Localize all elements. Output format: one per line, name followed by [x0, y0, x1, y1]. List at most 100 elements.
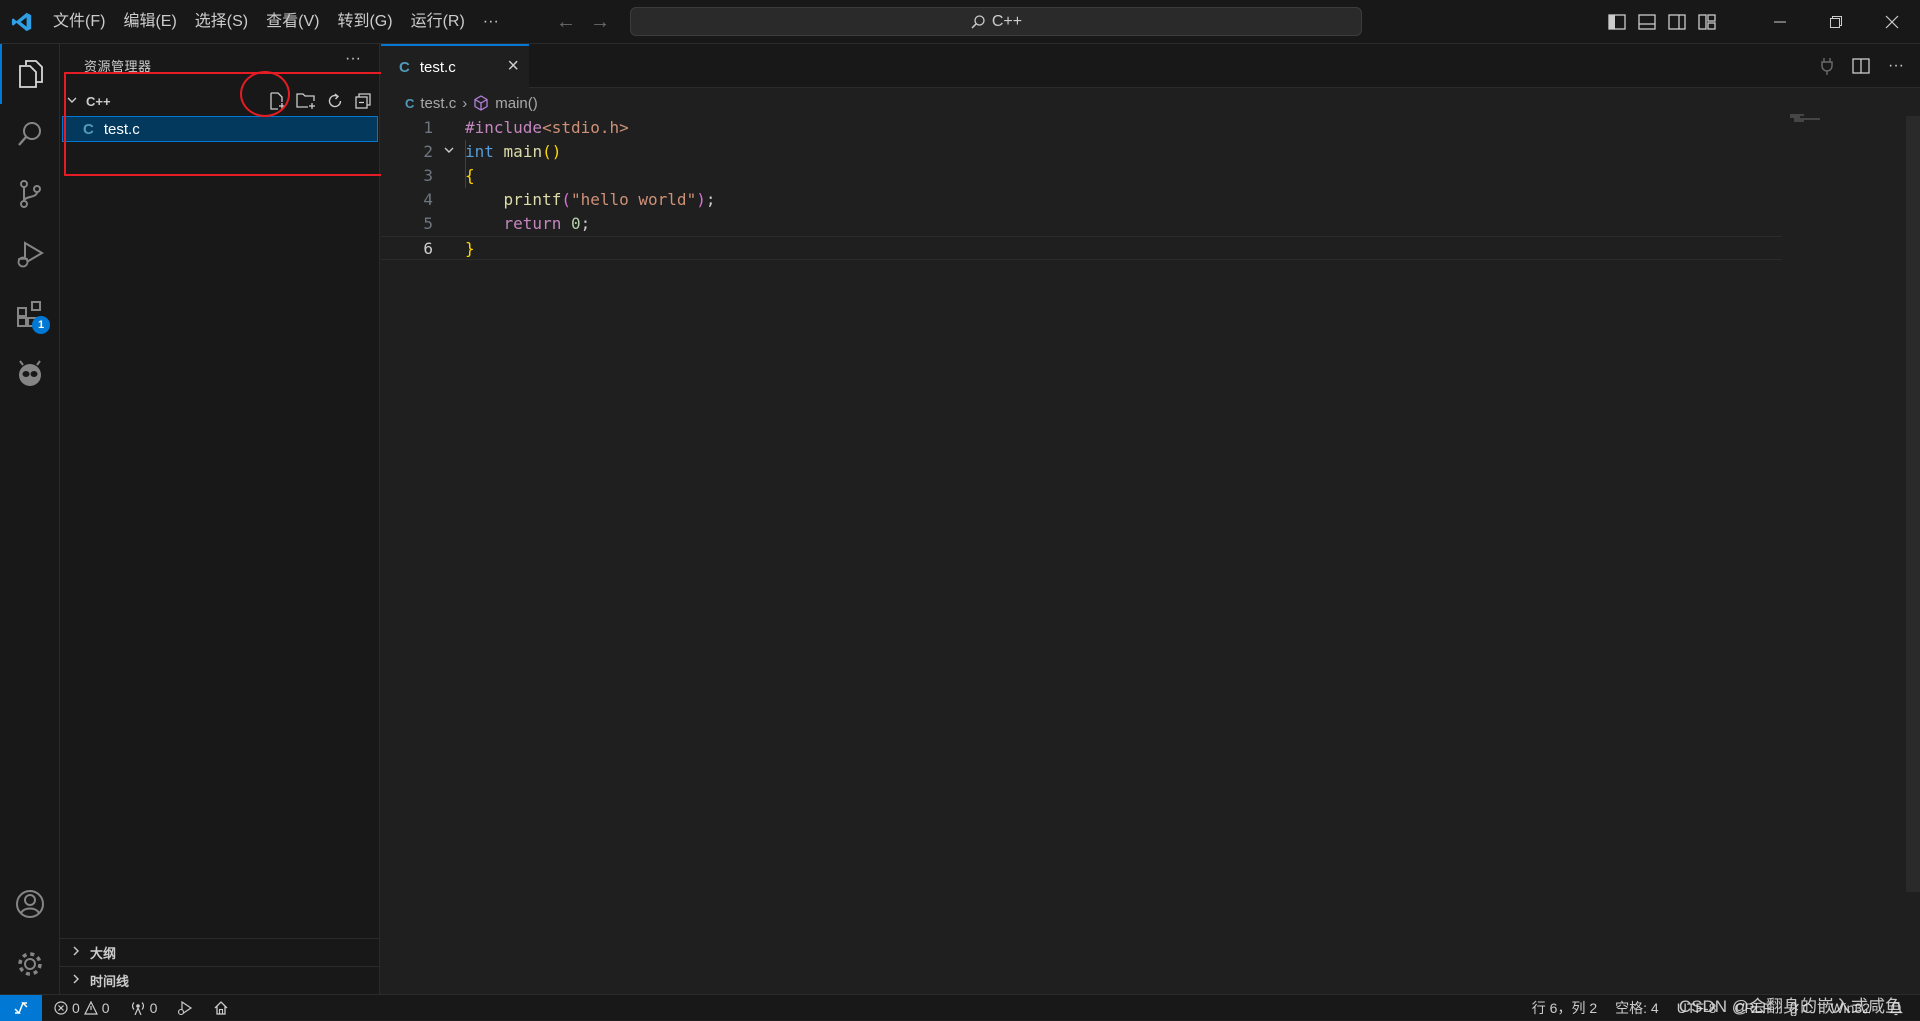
- line-number: 1: [423, 118, 433, 137]
- c-file-icon: C: [405, 95, 415, 111]
- line-number: 3: [423, 166, 433, 185]
- minimap[interactable]: [1790, 114, 1820, 124]
- warning-count: 0: [101, 999, 110, 1016]
- restore-icon: [1830, 16, 1842, 28]
- editor-area: C test.c × ··· C test.c › main() 1 #incl…: [381, 44, 1920, 994]
- run-debug-activity[interactable]: [0, 224, 60, 284]
- menu-file[interactable]: 文件(F): [44, 0, 114, 44]
- outline-section-header[interactable]: 大纲: [60, 938, 380, 966]
- tab-label: test.c: [419, 58, 456, 76]
- forward-arrow-icon[interactable]: →: [590, 11, 610, 34]
- code-text: }: [465, 239, 475, 258]
- code-text: return 0;: [503, 214, 591, 233]
- source-control-activity[interactable]: [0, 164, 60, 224]
- accounts-activity[interactable]: [0, 874, 60, 934]
- ports-count: 0: [149, 999, 158, 1016]
- breadcrumb-symbol[interactable]: main(): [495, 95, 538, 112]
- toggle-panel-icon[interactable]: [1638, 14, 1656, 30]
- code-text: {: [465, 166, 475, 185]
- debug-status[interactable]: [177, 1000, 193, 1016]
- breadcrumb: C test.c › main(): [405, 92, 538, 114]
- customize-layout-icon[interactable]: [1698, 14, 1716, 30]
- command-center-search[interactable]: C++: [630, 7, 1362, 36]
- tab-test-c[interactable]: C test.c ×: [381, 44, 529, 88]
- warning-icon: [83, 1000, 98, 1015]
- timeline-label: 时间线: [90, 974, 130, 989]
- menu-run[interactable]: 运行(R): [402, 0, 474, 44]
- code-text: #include<stdio.h>: [465, 118, 629, 137]
- annotation-circle: [240, 71, 290, 117]
- restore-button[interactable]: [1808, 0, 1864, 44]
- close-window-button[interactable]: [1864, 0, 1920, 44]
- menu-edit[interactable]: 编辑(E): [114, 0, 185, 44]
- search-activity[interactable]: [0, 104, 60, 164]
- home-status[interactable]: [213, 1000, 229, 1016]
- back-arrow-icon[interactable]: ←: [556, 11, 576, 34]
- toggle-primary-sidebar-icon[interactable]: [1608, 14, 1626, 30]
- code-editor[interactable]: 1 #include<stdio.h> 2 int main() 3 { 4 p…: [381, 116, 1782, 260]
- menu-go[interactable]: 转到(G): [328, 0, 401, 44]
- plug-icon[interactable]: [1820, 57, 1834, 75]
- code-line: 5 return 0;: [381, 212, 1781, 236]
- fold-chevron-icon[interactable]: [443, 140, 455, 164]
- extensions-activity[interactable]: 1: [0, 284, 60, 344]
- cursor-position[interactable]: 行 6，列 2: [1532, 998, 1597, 1018]
- title-bar: 文件(F) 编辑(E) 选择(S) 查看(V) 转到(G) 运行(R) ··· …: [0, 0, 1920, 44]
- menu-view[interactable]: 查看(V): [257, 0, 328, 44]
- code-line: 2 int main(): [381, 140, 1781, 164]
- source-control-icon: [20, 180, 41, 208]
- watermark: CSDN @会翻身的嵌入式咸鱼: [1678, 997, 1902, 1016]
- chevron-right-icon: [70, 973, 84, 988]
- extensions-badge: 1: [32, 316, 50, 334]
- line-number: 6: [423, 239, 433, 258]
- gear-icon: [18, 952, 42, 976]
- search-icon: [971, 14, 985, 29]
- error-count: 0: [72, 999, 80, 1016]
- code-line: 3 {: [381, 164, 1781, 188]
- tab-bar: C test.c × ···: [381, 44, 1920, 88]
- account-icon: [16, 890, 44, 918]
- breadcrumb-file[interactable]: test.c: [420, 95, 456, 112]
- problems-indicator[interactable]: 0 0: [54, 1000, 110, 1016]
- run-debug-icon: [178, 1000, 193, 1015]
- code-line: 1 #include<stdio.h>: [381, 116, 1781, 140]
- indentation[interactable]: 空格: 4: [1615, 998, 1659, 1018]
- search-icon: [18, 122, 41, 146]
- split-editor-icon[interactable]: [1852, 58, 1870, 74]
- menu-more[interactable]: ···: [474, 0, 508, 44]
- explorer-activity[interactable]: [0, 44, 60, 104]
- annotation-rectangle: [64, 72, 412, 176]
- home-icon: [214, 1000, 228, 1015]
- cube-symbol-icon: [474, 95, 488, 111]
- close-icon: [1885, 15, 1899, 29]
- code-text: int main(): [465, 142, 562, 161]
- activity-bar: 1: [0, 44, 60, 994]
- broadcast-icon: [131, 1001, 144, 1015]
- timeline-section-header[interactable]: 时间线: [60, 966, 380, 994]
- explorer-sidebar: 资源管理器 ··· C++ C test.c 大纲 时间线: [60, 44, 412, 994]
- ports-indicator[interactable]: 0: [130, 999, 158, 1016]
- toggle-secondary-sidebar-icon[interactable]: [1668, 14, 1686, 30]
- minimize-icon: [1774, 21, 1786, 23]
- line-number: 4: [423, 190, 433, 209]
- editor-more-button[interactable]: ···: [1888, 57, 1904, 75]
- line-number: 2: [423, 142, 433, 161]
- copilot-activity[interactable]: [0, 344, 60, 404]
- chevron-right-icon: [70, 945, 84, 960]
- line-number: 5: [423, 214, 433, 233]
- explorer-more-button[interactable]: ···: [345, 50, 361, 68]
- menu-selection[interactable]: 选择(S): [186, 0, 257, 44]
- code-line: 4 printf("hello world");: [381, 188, 1781, 212]
- close-icon[interactable]: ×: [507, 55, 519, 78]
- error-icon: [54, 1000, 68, 1015]
- run-debug-icon: [17, 241, 44, 268]
- remote-button[interactable]: [0, 994, 42, 1021]
- c-file-icon: C: [399, 58, 410, 76]
- code-line-current: 6 }: [381, 236, 1782, 260]
- status-bar: 0 0 0 行 6，列 2 空格: 4 UTF-8 CRLF {} C Win3…: [0, 994, 1920, 1021]
- outline-label: 大纲: [90, 946, 117, 961]
- vertical-scrollbar[interactable]: [1906, 116, 1920, 892]
- minimize-button[interactable]: [1752, 0, 1808, 44]
- copilot-icon: [19, 360, 41, 386]
- manage-activity[interactable]: [0, 934, 60, 994]
